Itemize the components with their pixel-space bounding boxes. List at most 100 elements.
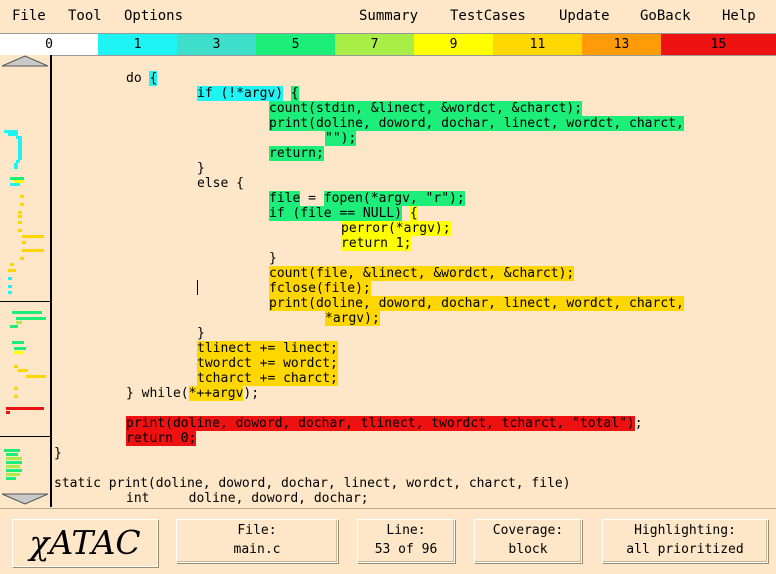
scroll-down-arrow-icon[interactable] xyxy=(1,493,49,505)
coverage-color-legend: 0 1 3 5 7 9 11 13 15 xyxy=(0,33,776,56)
highlighted-code-segment: ""); xyxy=(325,131,357,146)
legend-swatch-3: 3 xyxy=(177,34,256,55)
legend-swatch-15: 15 xyxy=(661,34,776,55)
highlighted-code-segment: print(doline, doword, dochar, tlinect, t… xyxy=(126,416,635,431)
minimap-coverage-mark xyxy=(8,291,12,294)
line-status-box: Line: 53 of 96 xyxy=(357,519,455,563)
minimap-coverage-mark xyxy=(26,375,46,378)
highlighted-code-segment: print(doline, doword, dochar, linect, wo… xyxy=(269,296,684,311)
highlighted-code-segment: *argv); xyxy=(325,311,380,326)
highlighted-code-segment: { xyxy=(290,86,299,101)
minimap-coverage-mark xyxy=(14,365,18,368)
file-overview-scrollbar[interactable] xyxy=(0,55,52,507)
menu-goback[interactable]: GoBack xyxy=(640,8,691,24)
minimap-coverage-mark xyxy=(18,215,22,218)
code-line: twordct += wordct; xyxy=(197,356,338,371)
minimap-coverage-mark xyxy=(18,229,22,232)
minimap-coverage-mark xyxy=(20,195,24,198)
code-line: } xyxy=(197,161,205,176)
minimap-coverage-mark xyxy=(4,449,20,452)
legend-swatch-11: 11 xyxy=(493,34,582,55)
xatac-logo: χATAC xyxy=(12,519,158,567)
code-line: *argv); xyxy=(325,311,380,326)
code-segment: int doline, doword, dochar; xyxy=(126,491,369,506)
highlighted-code-segment: { xyxy=(149,71,158,86)
code-line: if (!*argv) { xyxy=(197,86,299,101)
minimap-coverage-mark xyxy=(6,477,16,480)
menu-update[interactable]: Update xyxy=(559,8,610,24)
minimap-coverage-mark xyxy=(22,241,26,244)
menu-options[interactable]: Options xyxy=(124,8,183,24)
legend-swatch-5: 5 xyxy=(256,34,335,55)
minimap-coverage-mark xyxy=(18,211,22,214)
code-line: print(doline, doword, dochar, tlinect, t… xyxy=(126,416,643,431)
file-status-box: File: main.c xyxy=(176,519,338,563)
code-segment: do xyxy=(126,71,150,86)
highlighted-code-segment: return 0; xyxy=(126,431,197,446)
code-line: int doline, doword, dochar; xyxy=(126,491,369,506)
minimap-coverage-mark xyxy=(14,395,18,398)
minimap-coverage-mark xyxy=(12,311,42,314)
highlighting-label: Highlighting: xyxy=(634,523,736,538)
minimap-coverage-mark xyxy=(6,407,44,410)
minimap-coverage-mark xyxy=(10,325,18,328)
legend-swatch-9: 9 xyxy=(414,34,493,55)
minimap-coverage-mark xyxy=(22,249,44,252)
minimap-coverage-mark xyxy=(12,341,24,344)
code-line: count(file, &linect, &wordct, &charct); xyxy=(269,266,575,281)
code-line: } xyxy=(269,251,277,266)
menu-testcases[interactable]: TestCases xyxy=(450,8,526,24)
minimap-coverage-mark xyxy=(6,453,18,456)
code-segment: } xyxy=(197,161,205,176)
status-bar: χATAC File: main.c Line: 53 of 96 Covera… xyxy=(0,508,776,574)
menu-file[interactable]: File xyxy=(12,8,46,24)
highlighted-code-segment: count(file, &linect, &wordct, &charct); xyxy=(269,266,575,281)
code-line: } while(*++argv); xyxy=(126,386,259,401)
minimap-coverage-mark xyxy=(16,321,22,324)
file-label: File: xyxy=(237,523,277,538)
minimap-coverage-mark xyxy=(22,235,44,238)
minimap-coverage-mark xyxy=(8,285,12,288)
code-segment: } xyxy=(54,446,62,461)
code-line: tcharct += charct; xyxy=(197,371,338,386)
code-line: return 1; xyxy=(341,236,412,251)
code-segment: } xyxy=(269,251,277,266)
minimap-coverage-mark xyxy=(6,465,20,468)
source-code-view[interactable]: do {if (!*argv) {count(stdin, &linect, &… xyxy=(54,68,776,506)
code-segment: ); xyxy=(243,386,260,401)
menu-tool[interactable]: Tool xyxy=(68,8,102,24)
highlighted-code-segment: return; xyxy=(269,146,324,161)
minimap-coverage-mark xyxy=(14,166,18,169)
highlighting-status-box[interactable]: Highlighting: all prioritized xyxy=(602,519,768,563)
code-segment: = xyxy=(300,191,324,206)
text-cursor xyxy=(197,280,198,295)
highlighted-code-segment: if (!*argv) xyxy=(197,86,284,101)
code-line: static print(doline, doword, dochar, lin… xyxy=(54,476,571,491)
scroll-up-arrow-icon[interactable] xyxy=(1,55,49,67)
code-segment: else { xyxy=(197,176,244,191)
code-segment: static print(doline, doword, dochar, lin… xyxy=(54,476,571,491)
highlighted-code-segment: tcharct += charct; xyxy=(197,371,338,386)
code-line: fclose(file); xyxy=(269,281,371,296)
highlighted-code-segment: tlinect += linect; xyxy=(197,341,338,356)
code-line: } xyxy=(54,446,62,461)
minimap-coverage-mark xyxy=(16,317,46,320)
coverage-status-box[interactable]: Coverage: block xyxy=(474,519,582,563)
menu-summary[interactable]: Summary xyxy=(359,8,418,24)
minimap-coverage-mark xyxy=(10,263,14,266)
code-line: return; xyxy=(269,146,324,161)
highlighted-code-segment: return 1; xyxy=(341,236,412,251)
code-line: tlinect += linect; xyxy=(197,341,338,356)
code-line: if (file == NULL) { xyxy=(269,206,418,221)
highlighted-code-segment: *++argv xyxy=(188,386,244,401)
legend-swatch-0: 0 xyxy=(0,34,98,55)
code-line: return 0; xyxy=(126,431,197,446)
highlighted-code-segment: file xyxy=(269,191,301,206)
code-line: ""); xyxy=(325,131,357,146)
menu-help[interactable]: Help xyxy=(722,8,756,24)
code-line: print(doline, doword, dochar, linect, wo… xyxy=(269,296,684,311)
highlighted-code-segment: { xyxy=(409,206,418,221)
minimap-coverage-mark xyxy=(18,369,28,372)
minimap-coverage-mark xyxy=(6,461,22,464)
